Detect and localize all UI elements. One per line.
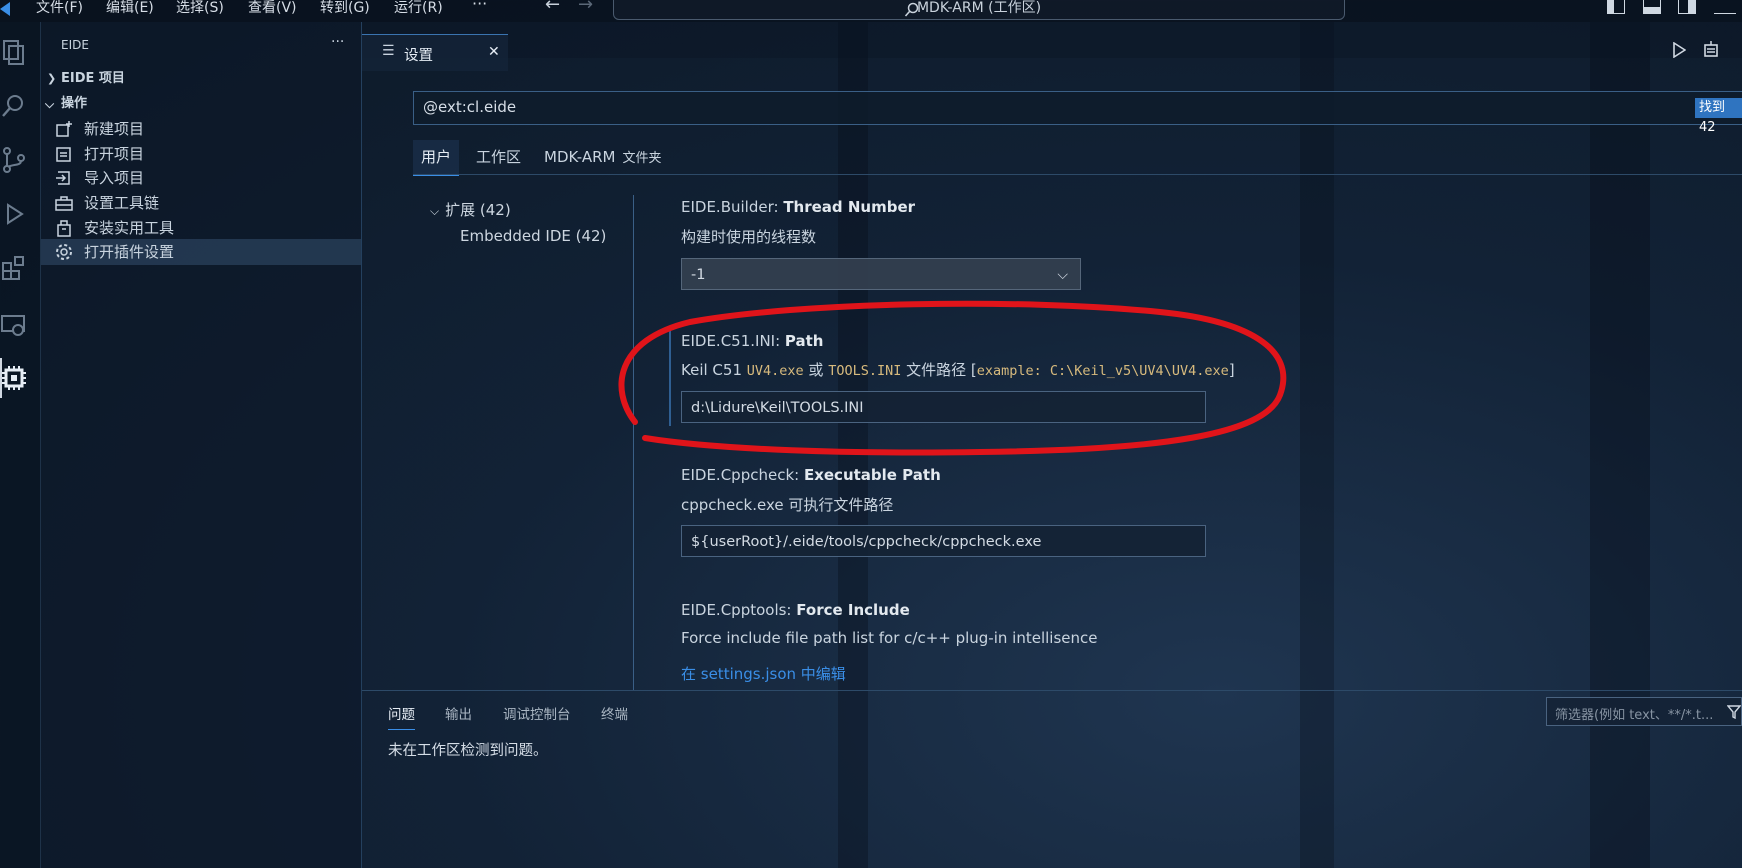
run-icon[interactable]	[1672, 42, 1686, 58]
tab-user[interactable]: 用户	[413, 140, 459, 176]
chevron-down-icon: ⌵	[45, 97, 55, 111]
import-project-icon	[56, 171, 70, 185]
menu-edit[interactable]: 编辑(E)	[106, 0, 154, 22]
toggle-sidebar-icon[interactable]	[1607, 0, 1625, 14]
gear-icon	[56, 244, 72, 260]
panel-tab-output[interactable]: 输出	[445, 703, 472, 723]
tab-bar	[362, 22, 1742, 58]
panel-tab-debug-console[interactable]: 调试控制台	[503, 703, 571, 723]
sidebar-item-toolchain[interactable]: 设置工具链	[41, 190, 361, 216]
menu-run[interactable]: 运行(R)	[394, 0, 443, 22]
sidebar: EIDE ··· ❯ EIDE 项目 ⌵ 操作 新建项目 打开项目 导入项目 设…	[41, 22, 362, 868]
sidebar-item-new-project[interactable]: 新建项目	[41, 116, 361, 142]
sidebar-item-plugin-settings[interactable]: 打开插件设置	[41, 239, 361, 265]
tab-workspace[interactable]: 工作区	[476, 140, 521, 174]
edit-in-settings-json-link[interactable]: 在 settings.json 中编辑	[681, 663, 846, 684]
annotation-circle	[618, 300, 1287, 456]
search-icon	[904, 2, 919, 17]
command-center-label: MDK-ARM (工作区)	[916, 0, 1042, 16]
panel-tab-problems[interactable]: 问题	[388, 703, 415, 730]
tab-folder[interactable]: MDK-ARM 文件夹	[544, 140, 661, 174]
scope-divider	[413, 174, 1742, 175]
extensions-icon[interactable]	[0, 254, 28, 282]
back-arrow-icon[interactable]: ←	[545, 0, 560, 19]
vscode-logo-icon	[0, 2, 10, 16]
close-icon[interactable]: ✕	[488, 44, 500, 60]
setting-description: 构建时使用的线程数	[681, 228, 817, 246]
settings-search-value: @ext:cl.eide	[423, 98, 517, 116]
menu-file[interactable]: 文件(F)	[36, 0, 83, 22]
chevron-down-icon: ⌵	[1057, 267, 1068, 283]
menu-view[interactable]: 查看(V)	[248, 0, 297, 22]
found-count-badge: 找到 42	[1695, 98, 1742, 135]
settings-search-input[interactable]: @ext:cl.eide 找到 42	[413, 91, 1742, 135]
forward-arrow-icon[interactable]: →	[578, 0, 593, 19]
open-project-icon	[56, 147, 71, 162]
tab-label: 设置	[404, 48, 433, 64]
filter-placeholder: 筛选器(例如 text、**/*.t...	[1555, 708, 1714, 723]
tab-settings[interactable]: ☰ 设置 ✕	[362, 34, 508, 71]
cppcheck-path-input[interactable]: ${userRoot}/.eide/tools/cppcheck/cppchec…	[681, 525, 1206, 557]
filter-icon	[1727, 705, 1741, 719]
sidebar-title: EIDE	[61, 38, 89, 52]
chevron-right-icon: ❯	[47, 72, 57, 85]
menu-go[interactable]: 转到(G)	[320, 0, 370, 22]
setting-title: EIDE.Cppcheck: Executable Path	[681, 466, 941, 484]
background-window-frame	[1590, 22, 1650, 868]
sidebar-more-button[interactable]: ···	[331, 34, 344, 50]
new-project-icon	[56, 121, 72, 137]
remote-explorer-icon[interactable]	[0, 312, 28, 340]
eide-chip-icon[interactable]	[0, 364, 28, 392]
setting-description: Force include file path list for c/c++ p…	[681, 629, 1098, 647]
panel-tab-terminal[interactable]: 终端	[601, 703, 628, 723]
setting-title: EIDE.Builder: Thread Number	[681, 198, 916, 216]
source-control-icon[interactable]	[0, 146, 28, 174]
explorer-icon[interactable]	[0, 38, 28, 66]
command-center[interactable]: MDK-ARM (工作区)	[613, 0, 1345, 20]
sidebar-item-import-project[interactable]: 导入项目	[41, 165, 361, 191]
install-tools-icon	[57, 220, 71, 237]
toc-item-embedded-ide[interactable]: Embedded IDE (42)	[460, 227, 606, 245]
title-bar: 文件(F) 编辑(E) 选择(S) 查看(V) 转到(G) 运行(R) ··· …	[0, 0, 1742, 22]
chevron-down-icon: ⌵	[430, 204, 440, 218]
search-icon[interactable]	[0, 92, 28, 120]
chip-build-icon[interactable]	[1702, 40, 1720, 58]
sidebar-item-open-project[interactable]: 打开项目	[41, 141, 361, 167]
customize-layout-icon[interactable]	[1714, 0, 1736, 14]
problems-message: 未在工作区检测到问题。	[388, 743, 548, 759]
menu-more[interactable]: ···	[472, 0, 487, 18]
toggle-panel-icon[interactable]	[1643, 0, 1661, 14]
setting-title: EIDE.Cpptools: Force Include	[681, 601, 910, 619]
sidebar-item-install-tools[interactable]: 安装实用工具	[41, 215, 361, 241]
toc-group-extensions[interactable]: ⌵ 扩展 (42)	[430, 199, 511, 220]
thread-number-select[interactable]: -1 ⌵	[681, 258, 1081, 290]
activity-bar	[0, 22, 41, 868]
section-eide-project[interactable]: ❯ EIDE 项目	[41, 66, 361, 92]
toolchain-icon	[55, 196, 73, 211]
section-actions[interactable]: ⌵ 操作	[41, 91, 361, 117]
run-debug-icon[interactable]	[0, 200, 28, 228]
toggle-secondary-sidebar-icon[interactable]	[1678, 0, 1696, 14]
panel-border	[362, 690, 1742, 691]
background-window-frame	[1300, 22, 1334, 868]
setting-description: cppcheck.exe 可执行文件路径	[681, 496, 894, 514]
settings-tab-icon: ☰	[382, 43, 395, 59]
problems-filter-input[interactable]: 筛选器(例如 text、**/*.t...	[1546, 697, 1742, 726]
menu-selection[interactable]: 选择(S)	[176, 0, 224, 22]
